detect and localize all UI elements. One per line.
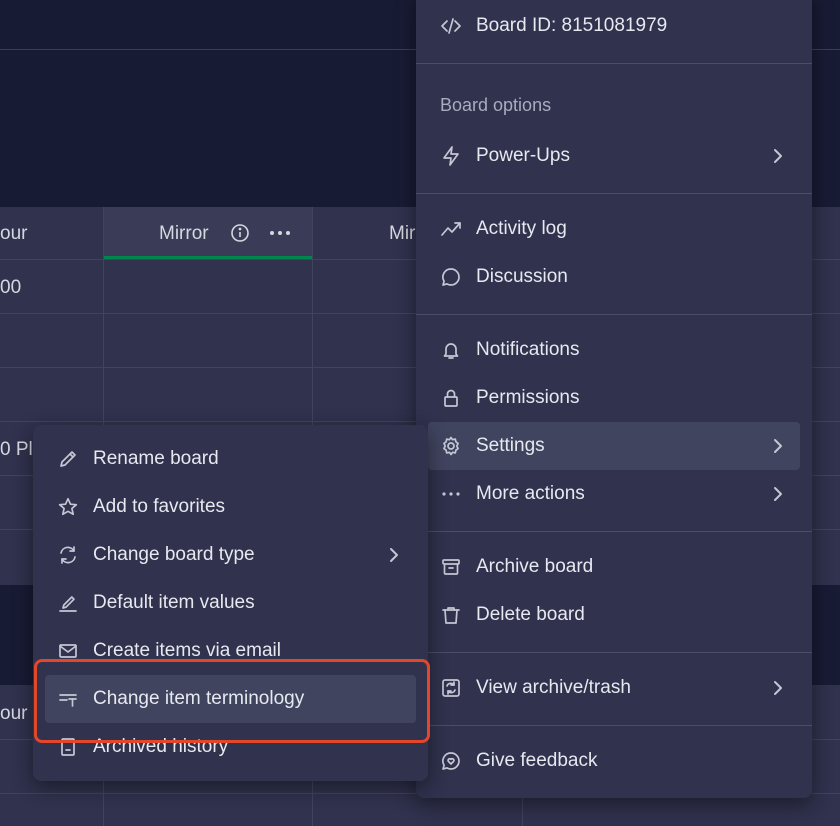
- divider: [416, 531, 812, 532]
- submenu-item-default-item-values[interactable]: Default item values: [45, 579, 416, 627]
- submenu-item-rename-board[interactable]: Rename board: [45, 435, 416, 483]
- column-header-partial: our: [0, 223, 28, 244]
- menu-item-label: Activity log: [476, 218, 567, 239]
- menu-item-settings[interactable]: Settings: [428, 422, 800, 470]
- menu-item-label: More actions: [476, 483, 585, 504]
- menu-item-label: Discussion: [476, 266, 568, 287]
- divider: [416, 652, 812, 653]
- cell-value: 00: [0, 277, 22, 298]
- column-header-partial: our: [0, 703, 28, 724]
- board-id-item[interactable]: Board ID: 8151081979: [428, 2, 800, 50]
- menu-item-label: Permissions: [476, 387, 580, 408]
- highlight-outline: [34, 659, 430, 743]
- cell-value: 0 Pl: [0, 439, 33, 460]
- chevron-right-icon: [768, 678, 788, 698]
- menu-item-label: Rename board: [93, 448, 219, 469]
- menu-item-archive-board[interactable]: Archive board: [428, 543, 800, 591]
- menu-item-label: Settings: [476, 435, 545, 456]
- menu-item-permissions[interactable]: Permissions: [428, 374, 800, 422]
- divider: [416, 63, 812, 64]
- divider: [416, 314, 812, 315]
- column-header-partial: Mir: [389, 223, 416, 244]
- divider: [416, 193, 812, 194]
- menu-item-label: Add to favorites: [93, 496, 226, 517]
- archive-trash-icon: [440, 677, 462, 699]
- menu-item-power-ups[interactable]: Power-Ups: [428, 132, 800, 180]
- chevron-right-icon: [384, 545, 404, 565]
- trash-icon: [440, 604, 462, 626]
- code-icon: [440, 15, 462, 37]
- bell-icon: [440, 339, 462, 361]
- star-icon: [57, 496, 79, 518]
- menu-item-label: Delete board: [476, 604, 585, 625]
- divider: [416, 725, 812, 726]
- chevron-right-icon: [768, 436, 788, 456]
- more-icon: [440, 483, 462, 505]
- menu-item-notifications[interactable]: Notifications: [428, 326, 800, 374]
- lock-icon: [440, 387, 462, 409]
- submenu-item-change-board-type[interactable]: Change board type: [45, 531, 416, 579]
- gear-icon: [440, 435, 462, 457]
- info-icon[interactable]: [230, 223, 250, 243]
- menu-item-label: Give feedback: [476, 750, 598, 771]
- bolt-icon: [440, 145, 462, 167]
- menu-item-label: Default item values: [93, 592, 255, 613]
- menu-item-view-archive-trash[interactable]: View archive/trash: [428, 664, 800, 712]
- board-id-label: Board ID: 8151081979: [476, 15, 668, 36]
- menu-item-delete-board[interactable]: Delete board: [428, 591, 800, 639]
- menu-item-give-feedback[interactable]: Give feedback: [428, 737, 800, 785]
- menu-item-label: View archive/trash: [476, 677, 631, 698]
- activity-icon: [440, 218, 462, 240]
- menu-item-label: Notifications: [476, 339, 580, 360]
- pencil-icon: [57, 448, 79, 470]
- switch-icon: [57, 544, 79, 566]
- menu-item-label: Archive board: [476, 556, 594, 577]
- column-header-mirror: Mirror: [159, 223, 209, 244]
- chat-icon: [440, 266, 462, 288]
- chevron-right-icon: [768, 484, 788, 504]
- section-title: Board options: [440, 95, 552, 115]
- submenu-item-add-to-favorites[interactable]: Add to favorites: [45, 483, 416, 531]
- chevron-right-icon: [768, 146, 788, 166]
- menu-item-discussion[interactable]: Discussion: [428, 253, 800, 301]
- menu-item-label: Change board type: [93, 544, 255, 565]
- menu-item-more-actions[interactable]: More actions: [428, 470, 800, 518]
- feedback-icon: [440, 750, 462, 772]
- edit-box-icon: [57, 592, 79, 614]
- menu-item-activity-log[interactable]: Activity log: [428, 205, 800, 253]
- column-more-icon[interactable]: [268, 223, 292, 243]
- board-options-menu: Board ID: 8151081979 Board options Power…: [416, 0, 812, 798]
- menu-item-label: Power-Ups: [476, 145, 570, 166]
- archive-icon: [440, 556, 462, 578]
